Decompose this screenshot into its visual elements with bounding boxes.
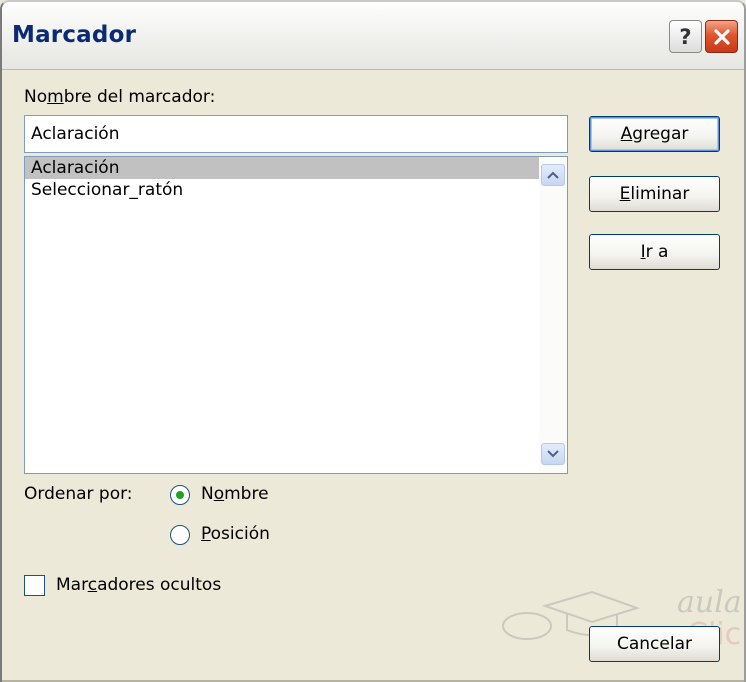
sort-by-name-radio[interactable]	[170, 485, 190, 505]
list-item[interactable]: Aclaración	[25, 157, 539, 179]
sort-by-position-label[interactable]: Posición	[201, 524, 270, 544]
close-icon	[713, 28, 730, 45]
bookmark-list[interactable]: Aclaración Seleccionar_ratón	[24, 156, 568, 474]
hidden-bookmarks-label[interactable]: Marcadores ocultos	[56, 575, 221, 595]
bookmark-name-input[interactable]: Aclaración	[24, 115, 568, 153]
help-button-label: ?	[679, 24, 692, 49]
sort-by-name-label[interactable]: Nombre	[201, 484, 269, 504]
list-item[interactable]: Seleccionar_ratón	[25, 179, 539, 201]
bookmark-name-label: Nombre del marcador:	[24, 87, 216, 107]
vertical-scrollbar[interactable]	[539, 157, 567, 473]
scroll-up-button[interactable]	[541, 164, 565, 186]
help-button[interactable]: ?	[669, 20, 702, 53]
svg-text:aula: aula	[677, 585, 742, 620]
title-bar[interactable]: Marcador ?	[0, 0, 746, 70]
close-button[interactable]	[705, 20, 738, 53]
add-button[interactable]: Agregar	[589, 116, 720, 152]
radio-selected-dot	[176, 491, 184, 499]
chevron-down-icon	[547, 450, 559, 458]
scroll-down-button[interactable]	[541, 443, 565, 465]
chevron-up-icon	[547, 171, 559, 179]
goto-button[interactable]: Ir a	[589, 234, 720, 270]
sort-by-position-radio[interactable]	[170, 525, 190, 545]
cancel-button[interactable]: Cancelar	[589, 626, 720, 662]
window-title: Marcador	[12, 22, 137, 48]
delete-button[interactable]: Eliminar	[589, 176, 720, 212]
sort-by-label: Ordenar por:	[24, 484, 133, 504]
hidden-bookmarks-checkbox[interactable]	[24, 575, 45, 596]
